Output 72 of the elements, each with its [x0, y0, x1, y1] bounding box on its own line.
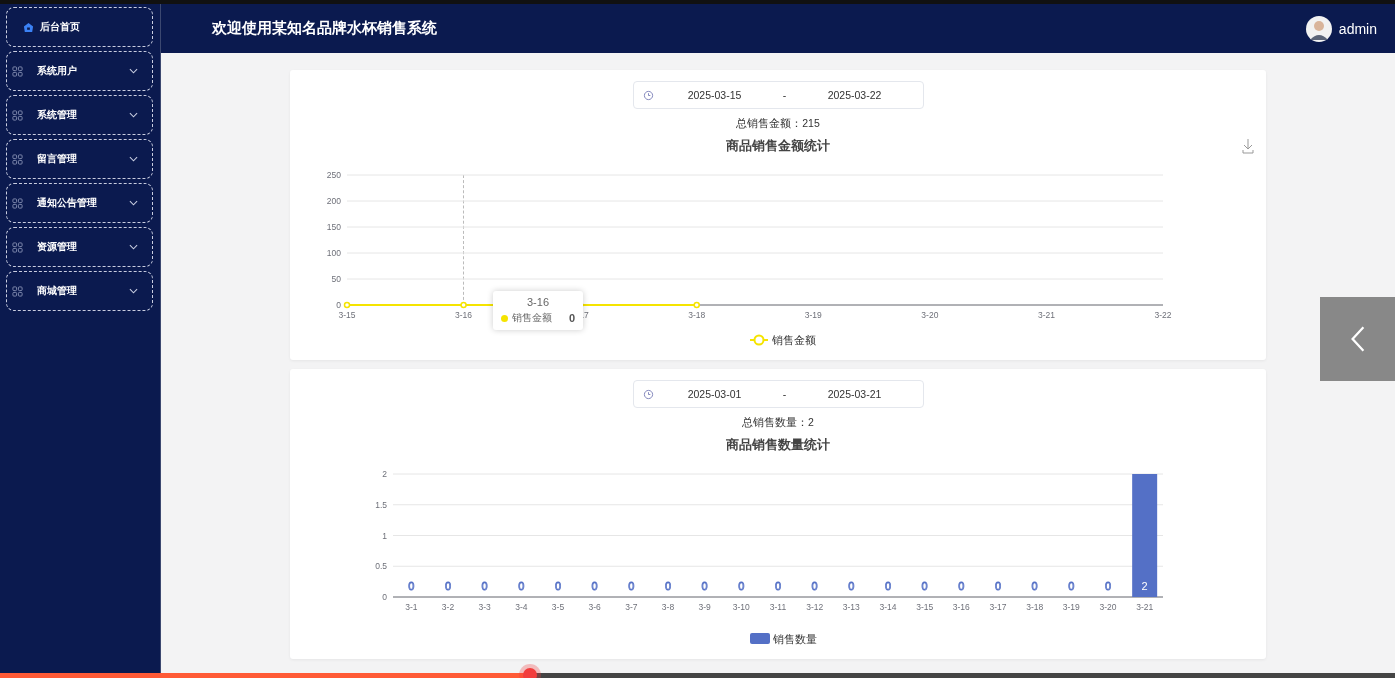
x-tick-label: 3-4: [515, 602, 528, 612]
y-tick-label: 0.5: [375, 561, 387, 572]
y-tick-label: 50: [331, 274, 341, 284]
x-tick-label: 3-2: [441, 602, 455, 612]
data-label: 0: [1031, 580, 1038, 592]
data-label: 0: [701, 580, 708, 592]
y-tick-label: 0: [382, 592, 387, 602]
x-tick-label: 3-18: [1026, 602, 1044, 612]
data-label: 0: [554, 580, 562, 592]
range-separator: -: [781, 388, 788, 400]
x-tick-label: 3-3: [478, 602, 491, 612]
range-separator: -: [781, 89, 788, 101]
x-tick-label: 3-12: [806, 602, 824, 612]
tooltip-title: 3-16: [526, 296, 550, 308]
legend-label: 销售金额: [771, 333, 816, 346]
x-tick-label: 3-1: [405, 602, 418, 612]
app-title: 欢迎使用某知名品牌水杯销售系统: [212, 19, 437, 38]
y-tick-label: 0: [336, 300, 341, 310]
x-tick-label: 3-8: [661, 602, 675, 612]
x-tick-label: 3-14: [879, 602, 897, 612]
x-tick-label: 3-21: [1037, 310, 1055, 320]
data-label: 0: [884, 580, 892, 592]
data-label: 0: [848, 580, 855, 592]
data-label: 0: [444, 580, 452, 592]
x-tick-label: 3-5: [551, 602, 565, 612]
data-label: 2: [1141, 580, 1148, 592]
y-tick-label: 150: [326, 222, 341, 232]
x-tick-label: 3-20: [921, 310, 939, 320]
x-tick-label: 3-19: [804, 310, 822, 320]
x-tick-label: 3-17: [989, 602, 1007, 612]
x-tick-label: 3-18: [688, 310, 706, 320]
data-label: 0: [958, 580, 965, 592]
y-tick-label: 2: [382, 469, 387, 479]
chart-title: 商品销售金额统计: [726, 137, 830, 155]
data-label: 0: [738, 580, 745, 592]
data-label: 0: [591, 580, 598, 592]
x-tick-label: 3-15: [338, 310, 356, 320]
chart-title: 商品销售数量统计: [726, 436, 830, 454]
x-tick-label: 3-16: [952, 602, 970, 612]
y-tick-label: 250: [326, 170, 341, 180]
x-tick-label: 3-15: [916, 602, 934, 612]
x-tick-label: 3-16: [455, 310, 473, 320]
legend-label: 销售数量: [772, 632, 817, 645]
data-label: 0: [1068, 580, 1075, 592]
data-label: 0: [994, 580, 1002, 592]
data-label: 0: [628, 580, 635, 592]
data-label: 0: [664, 580, 672, 592]
x-tick-label: 3-9: [698, 602, 711, 612]
x-tick-label: 3-10: [732, 602, 750, 612]
data-label: 0: [774, 580, 782, 592]
data-label: 0: [1104, 580, 1112, 592]
x-tick-label: 3-22: [1154, 310, 1172, 320]
y-tick-label: 1: [382, 530, 387, 541]
y-tick-label: 200: [326, 196, 341, 206]
tooltip-series: 销售金额: [512, 311, 553, 325]
y-tick-label: 1.5: [375, 499, 387, 510]
x-tick-label: 3-11: [769, 602, 787, 612]
x-tick-label: 3-6: [588, 602, 601, 612]
x-tick-label: 3-20: [1099, 602, 1117, 612]
y-tick-label: 100: [326, 248, 341, 258]
total-summary: 总销售数量：2: [742, 416, 814, 430]
total-summary: 总销售金额：215: [736, 117, 820, 131]
data-label: 0: [921, 580, 928, 592]
tooltip-value: 0: [568, 312, 575, 324]
x-tick-label: 3-19: [1062, 602, 1080, 612]
data-label: 0: [481, 580, 488, 592]
x-tick-label: 3-7: [625, 602, 638, 612]
data-label: 0: [408, 580, 415, 592]
data-label: 0: [811, 580, 818, 592]
x-tick-label: 3-21: [1136, 602, 1154, 612]
x-tick-label: 3-13: [842, 602, 860, 612]
data-label: 0: [518, 580, 525, 592]
